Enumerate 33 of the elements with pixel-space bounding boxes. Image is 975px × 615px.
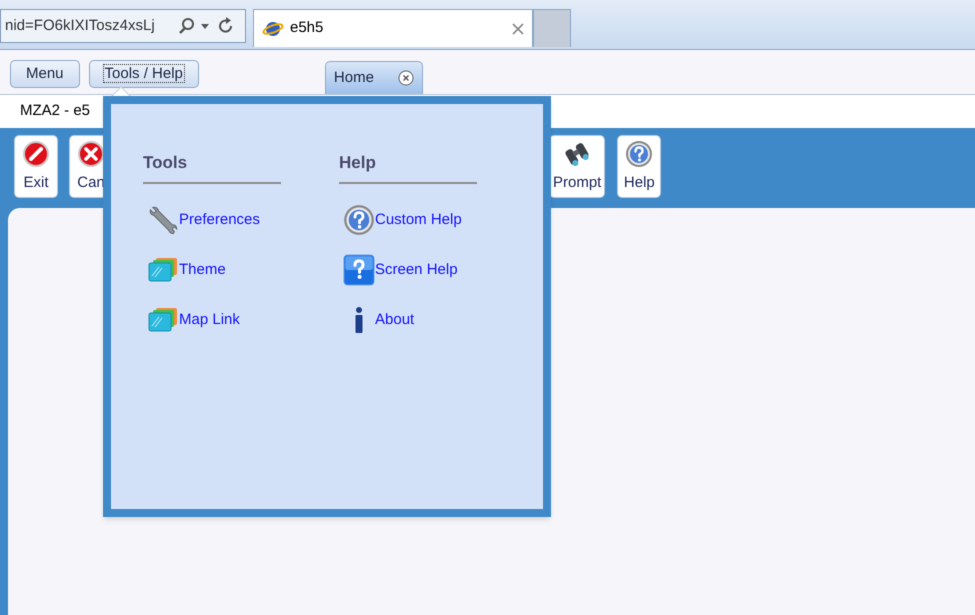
home-tab[interactable]: Home (324, 61, 423, 94)
wrench-icon (147, 204, 179, 236)
section-heading: Help (339, 152, 377, 174)
tab-label: Home (334, 68, 375, 88)
no-entry-icon (22, 140, 50, 168)
screen-title: MZA2 - e5 (20, 101, 90, 122)
tab-title: e5h5 (290, 18, 324, 38)
dropdown-icon[interactable] (200, 21, 210, 31)
toolbar-button[interactable]: Help (617, 135, 662, 198)
info-icon (353, 304, 365, 336)
toolbar-button[interactable]: Prompt (549, 135, 606, 198)
menu-link[interactable]: Map Link (179, 308, 240, 332)
help-icon (343, 254, 375, 286)
menu-button[interactable]: Tools / Help (88, 60, 199, 88)
binoculars-icon (563, 140, 592, 168)
help-icon (343, 204, 375, 236)
refresh-icon[interactable] (218, 17, 234, 35)
address-text: nid=FO6kIXITosz4xsLj (5, 16, 156, 36)
menu-link[interactable]: Theme (179, 258, 226, 282)
menu-link[interactable]: Screen Help (375, 258, 458, 282)
menu-link[interactable]: Custom Help (375, 208, 462, 232)
close-icon[interactable] (512, 22, 524, 34)
toolbar-button[interactable]: Exit (14, 135, 58, 198)
menu-link[interactable]: Preferences (179, 208, 260, 232)
menu-link[interactable]: About (375, 308, 414, 332)
help-icon (625, 140, 654, 168)
browser-tab[interactable]: e5h5 (253, 9, 533, 47)
close-icon[interactable] (398, 70, 414, 86)
menu-button[interactable]: Menu (10, 60, 80, 88)
section-heading: Tools (143, 152, 188, 174)
address-field[interactable]: nid=FO6kIXITosz4xsLj (0, 9, 246, 43)
cancel-icon (77, 140, 105, 168)
search-icon[interactable] (178, 17, 196, 35)
